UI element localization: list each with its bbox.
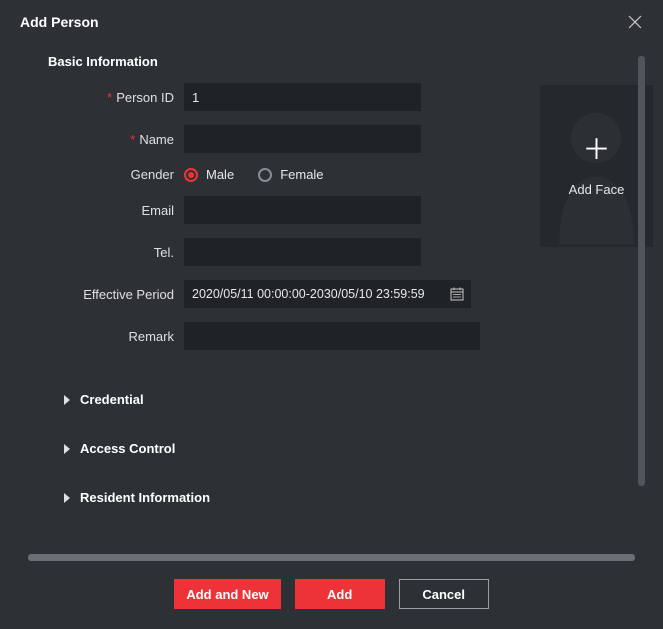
dialog-footer: Add and New Add Cancel xyxy=(0,561,663,629)
section-access-control[interactable]: Access Control xyxy=(64,441,653,456)
calendar-icon[interactable] xyxy=(449,286,465,302)
add-person-dialog: Add Person Basic Information *Person ID xyxy=(0,0,663,629)
section-resident-label: Resident Information xyxy=(80,490,210,505)
row-email: Email xyxy=(28,196,480,224)
section-credential-label: Credential xyxy=(80,392,144,407)
row-name: *Name xyxy=(28,125,480,153)
section-basic-title: Basic Information xyxy=(48,54,653,69)
chevron-right-icon xyxy=(64,444,70,454)
chevron-right-icon xyxy=(64,395,70,405)
remark-input[interactable] xyxy=(184,322,480,350)
email-input[interactable] xyxy=(184,196,421,224)
row-tel: Tel. xyxy=(28,238,480,266)
section-resident-information[interactable]: Resident Information xyxy=(64,490,653,505)
gender-female-label: Female xyxy=(280,167,323,182)
row-remark: Remark xyxy=(28,322,480,350)
label-person-id: *Person ID xyxy=(28,90,184,105)
basic-form: *Person ID *Name Gender xyxy=(28,83,653,364)
effective-period-text: 2020/05/11 00:00:00-2030/05/10 23:59:59 xyxy=(192,287,449,301)
horizontal-scrollbar[interactable] xyxy=(28,554,635,561)
person-id-input[interactable] xyxy=(184,83,421,111)
row-person-id: *Person ID xyxy=(28,83,480,111)
required-marker: * xyxy=(107,90,112,105)
radio-icon xyxy=(184,168,198,182)
row-effective-period: Effective Period 2020/05/11 00:00:00-203… xyxy=(28,280,480,308)
chevron-right-icon xyxy=(64,493,70,503)
label-name: *Name xyxy=(28,132,184,147)
effective-period-input[interactable]: 2020/05/11 00:00:00-2030/05/10 23:59:59 xyxy=(184,280,471,308)
titlebar: Add Person xyxy=(0,0,663,38)
plus-icon: ＋ xyxy=(582,136,610,164)
add-face-label: Add Face xyxy=(569,182,625,197)
scroll-area: Basic Information *Person ID *Name xyxy=(0,38,663,550)
gender-male-label: Male xyxy=(206,167,234,182)
label-tel: Tel. xyxy=(28,245,184,260)
person-silhouette-icon xyxy=(540,85,653,247)
add-and-new-button[interactable]: Add and New xyxy=(174,579,280,609)
cancel-button[interactable]: Cancel xyxy=(399,579,489,609)
label-email: Email xyxy=(28,203,184,218)
gender-female-radio[interactable]: Female xyxy=(258,167,323,182)
dialog-title: Add Person xyxy=(20,14,99,30)
required-marker: * xyxy=(130,132,135,147)
section-credential[interactable]: Credential xyxy=(64,392,653,407)
gender-radio-group: Male Female xyxy=(184,167,324,182)
label-remark: Remark xyxy=(28,329,184,344)
tel-input[interactable] xyxy=(184,238,421,266)
add-face-box[interactable]: ＋ Add Face xyxy=(540,85,653,247)
vertical-scrollbar[interactable] xyxy=(638,56,645,486)
dialog-body: Basic Information *Person ID *Name xyxy=(0,38,663,550)
label-effective-period: Effective Period xyxy=(28,287,184,302)
gender-male-radio[interactable]: Male xyxy=(184,167,234,182)
add-button[interactable]: Add xyxy=(295,579,385,609)
label-gender: Gender xyxy=(28,167,184,182)
name-input[interactable] xyxy=(184,125,421,153)
basic-fields: *Person ID *Name Gender xyxy=(28,83,480,364)
close-icon[interactable] xyxy=(627,14,643,30)
radio-icon xyxy=(258,168,272,182)
row-gender: Gender Male Female xyxy=(28,167,480,182)
section-access-control-label: Access Control xyxy=(80,441,175,456)
